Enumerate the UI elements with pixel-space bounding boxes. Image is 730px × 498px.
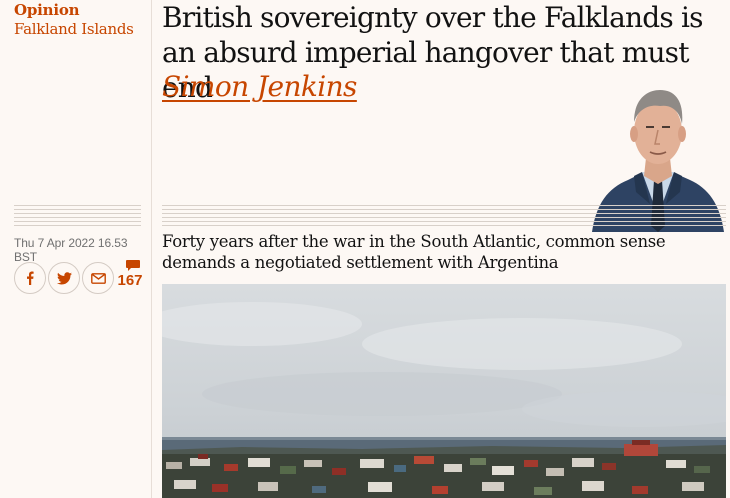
byline-author-link[interactable]: Simon Jenkins (162, 70, 357, 104)
share-email-button[interactable] (82, 262, 114, 294)
comment-bubble-icon (126, 260, 140, 271)
divider-rules (162, 205, 726, 227)
section-link-falkland-islands[interactable]: Falkland Islands (14, 21, 134, 38)
comment-count: 167 (117, 272, 143, 289)
twitter-icon (56, 271, 72, 284)
standfirst: Forty years after the war in the South A… (162, 232, 666, 272)
share-twitter-button[interactable] (48, 262, 80, 294)
comments-link[interactable]: 167 (114, 260, 146, 290)
facebook-icon (27, 271, 34, 285)
article-meta-column: Opinion Falkland Islands Thu 7 Apr 2022 … (0, 0, 152, 498)
main-image-stanley-townscape (162, 284, 726, 498)
divider-rules (14, 205, 141, 227)
section-link-opinion[interactable]: Opinion (14, 2, 80, 19)
email-icon (90, 272, 106, 284)
share-facebook-button[interactable] (14, 262, 46, 294)
